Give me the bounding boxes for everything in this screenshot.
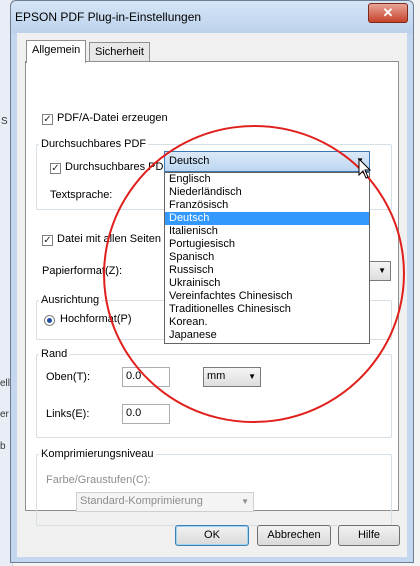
dropdown-option[interactable]: Portugiesisch bbox=[165, 238, 369, 251]
chevron-down-icon: ▼ bbox=[248, 372, 256, 381]
chevron-down-icon: ▼ bbox=[241, 497, 249, 506]
cancel-label: Abbrechen bbox=[267, 529, 321, 541]
dropdown-option[interactable]: Vereinfachtes Chinesisch bbox=[165, 290, 369, 303]
tab-allgemein[interactable]: Allgemein bbox=[26, 40, 87, 63]
paper-label: Papierformat(Z): bbox=[42, 265, 123, 277]
searchable-checkbox[interactable]: ✓ bbox=[50, 163, 61, 174]
window-title: EPSON PDF Plug-in-Einstellungen bbox=[15, 10, 202, 24]
ok-button[interactable]: OK bbox=[175, 525, 249, 546]
margin-unit-select[interactable]: mm ▼ bbox=[203, 367, 261, 387]
portrait-radio[interactable] bbox=[44, 315, 55, 326]
dropdown-option[interactable]: Englisch bbox=[165, 173, 369, 186]
background-text: er bbox=[0, 409, 9, 420]
dropdown-option[interactable]: Spanisch bbox=[165, 251, 369, 264]
dropdown-option[interactable]: Ukrainisch bbox=[165, 277, 369, 290]
ok-label: OK bbox=[204, 529, 220, 541]
close-icon: ✕ bbox=[382, 5, 394, 20]
left-margin-input[interactable]: 0.0 bbox=[122, 404, 170, 424]
textlang-dropdown-list: Englisch Niederländisch Französisch Deut… bbox=[164, 172, 370, 344]
searchable-group-title: Durchsuchbares PDF bbox=[39, 138, 149, 150]
allpages-checkbox[interactable]: ✓ bbox=[42, 235, 53, 246]
compression-group bbox=[36, 454, 392, 526]
mouse-cursor-icon bbox=[358, 158, 372, 179]
orientation-group-title: Ausrichtung bbox=[39, 294, 102, 306]
top-margin-label: Oben(T): bbox=[46, 371, 91, 383]
portrait-label: Hochformat(P) bbox=[60, 313, 132, 325]
background-text: S bbox=[1, 116, 8, 127]
pdfa-label: PDF/A-Datei erzeugen bbox=[57, 112, 168, 124]
dropdown-option-selected[interactable]: Deutsch bbox=[165, 212, 369, 225]
title-bar: EPSON PDF Plug-in-Einstellungen ✕ bbox=[11, 1, 413, 33]
top-margin-value: 0.0 bbox=[126, 370, 142, 382]
textlang-selected-value: Deutsch bbox=[169, 155, 210, 167]
textlang-select[interactable]: Deutsch ▼ bbox=[164, 151, 370, 172]
color-compression-label: Farbe/Graustufen(C): bbox=[46, 474, 151, 486]
background-text: ell bbox=[0, 378, 11, 389]
dropdown-option[interactable]: Russisch bbox=[165, 264, 369, 277]
tab-label: Sicherheit bbox=[95, 46, 144, 58]
help-button[interactable]: Hilfe bbox=[338, 525, 400, 546]
allpages-label: Datei mit allen Seiten e bbox=[57, 233, 171, 245]
left-margin-label: Links(E): bbox=[46, 408, 90, 420]
dropdown-option[interactable]: Italienisch bbox=[165, 225, 369, 238]
chevron-down-icon: ▼ bbox=[378, 266, 386, 275]
dropdown-option[interactable]: Französisch bbox=[165, 199, 369, 212]
dropdown-option[interactable]: Niederländisch bbox=[165, 186, 369, 199]
textlang-label: Textsprache: bbox=[50, 189, 113, 201]
pdfa-checkbox[interactable]: ✓ bbox=[42, 114, 53, 125]
compression-group-title: Komprimierungsniveau bbox=[39, 448, 156, 460]
top-margin-input[interactable]: 0.0 bbox=[122, 367, 170, 387]
background-text: b bbox=[0, 441, 6, 452]
unit-value: mm bbox=[207, 370, 226, 382]
margin-group-title: Rand bbox=[39, 348, 70, 360]
close-button[interactable]: ✕ bbox=[368, 3, 408, 23]
dropdown-option[interactable]: Korean. bbox=[165, 316, 369, 329]
cancel-button[interactable]: Abbrechen bbox=[257, 525, 331, 546]
color-compression-select[interactable]: Standard-Komprimierung ▼ bbox=[76, 492, 254, 512]
color-compression-value: Standard-Komprimierung bbox=[80, 495, 203, 507]
left-margin-value: 0.0 bbox=[126, 407, 142, 419]
tab-label: Allgemein bbox=[32, 44, 81, 56]
dropdown-option[interactable]: Traditionelles Chinesisch bbox=[165, 303, 369, 316]
dropdown-option[interactable]: Japanese bbox=[165, 329, 369, 342]
tab-sicherheit[interactable]: Sicherheit bbox=[89, 42, 150, 62]
help-label: Hilfe bbox=[357, 529, 380, 541]
